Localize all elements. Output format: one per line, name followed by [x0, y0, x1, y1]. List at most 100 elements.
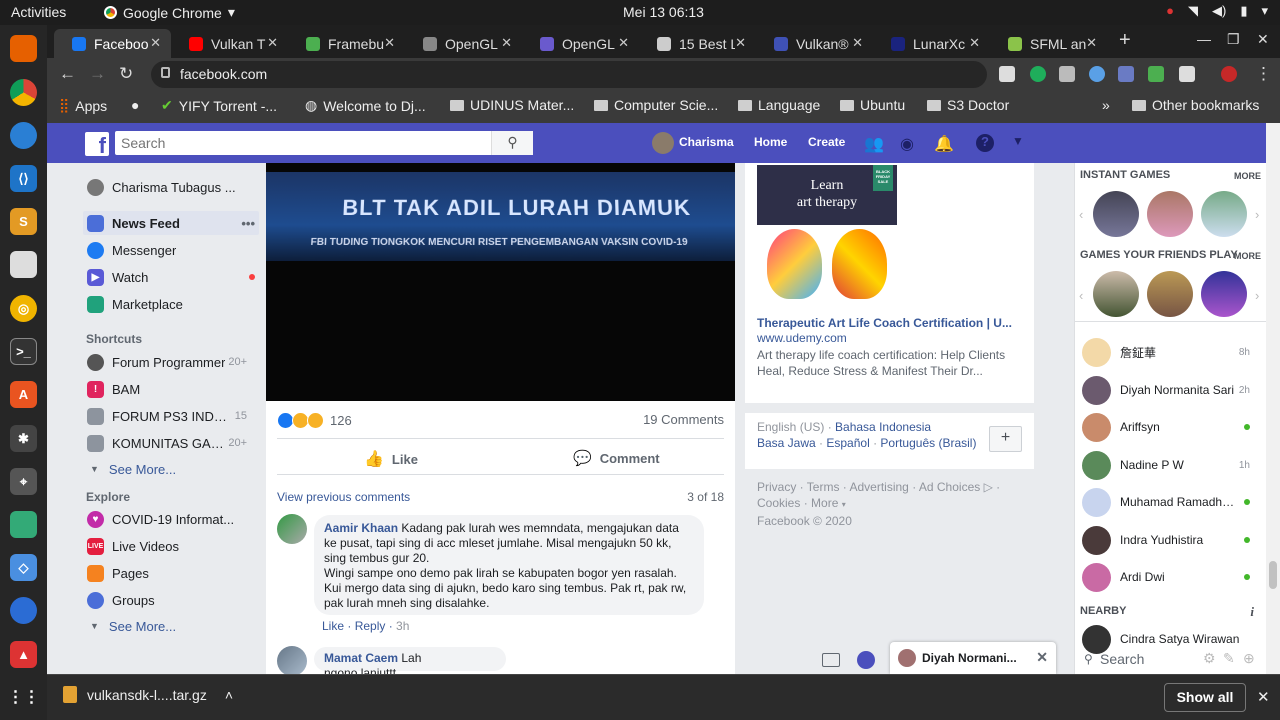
- address-bar[interactable]: facebook.com: [151, 61, 987, 88]
- explore-item-covid[interactable]: ♥ COVID-19 Informat...: [83, 507, 259, 531]
- comment-author[interactable]: Aamir Khaan: [324, 521, 398, 535]
- app-icon[interactable]: [10, 511, 37, 538]
- keyboard-icon[interactable]: [822, 653, 840, 667]
- new-tab-button[interactable]: +: [1119, 29, 1131, 52]
- chevron-right-icon[interactable]: ›: [1255, 288, 1259, 303]
- add-language-button[interactable]: +: [989, 426, 1022, 452]
- network-icon[interactable]: ◇: [10, 554, 37, 581]
- friends-games-more-link[interactable]: MORE: [1234, 251, 1261, 261]
- facebook-logo-icon[interactable]: f: [85, 132, 109, 158]
- home-link[interactable]: Home: [754, 135, 787, 149]
- search-icon[interactable]: ⚲: [491, 131, 533, 155]
- game-thumbnail[interactable]: [1147, 271, 1193, 317]
- footer-link[interactable]: Advertising: [849, 480, 908, 494]
- extension-icon[interactable]: [1059, 66, 1075, 82]
- sidebar-item-messenger[interactable]: Messenger: [83, 238, 259, 262]
- bookmark-apps[interactable]: ⣿ Apps: [59, 97, 107, 114]
- tab-facebook[interactable]: Faceboo ✕: [54, 29, 171, 58]
- edit-icon[interactable]: ✎: [1223, 650, 1235, 667]
- like-button[interactable]: 👍 Like: [364, 449, 418, 469]
- thunderbird-icon[interactable]: [10, 122, 37, 149]
- bookmark-ubuntu[interactable]: Ubuntu: [840, 97, 905, 113]
- comment-like-link[interactable]: Like: [322, 619, 344, 633]
- bookmark-computer-science[interactable]: Computer Scie...: [594, 97, 718, 113]
- close-icon[interactable]: ✕: [150, 35, 161, 51]
- help-icon[interactable]: ?: [976, 134, 994, 152]
- maximize-icon[interactable]: ❐: [1227, 31, 1240, 48]
- bookmark-django[interactable]: ◍ Welcome to Dj...: [305, 97, 426, 114]
- tab-sfml[interactable]: SFML an ✕: [990, 29, 1107, 58]
- bookmark-language[interactable]: Language: [738, 97, 820, 113]
- shortcut-item[interactable]: KOMUNITAS GAM... 20+: [83, 431, 259, 455]
- avatar[interactable]: [277, 514, 307, 544]
- game-thumbnail[interactable]: [1201, 191, 1247, 237]
- language-option[interactable]: Basa Jawa: [757, 436, 816, 450]
- chevron-left-icon[interactable]: ‹: [1079, 207, 1083, 222]
- rhythmbox-icon[interactable]: ◎: [10, 295, 37, 322]
- chevron-left-icon[interactable]: ‹: [1079, 288, 1083, 303]
- shortcut-item[interactable]: ! BAM: [83, 377, 259, 401]
- minimize-icon[interactable]: —: [1197, 31, 1211, 47]
- chevron-up-icon[interactable]: ˄: [225, 687, 233, 703]
- firefox-icon[interactable]: [10, 35, 37, 62]
- bookmark-yify[interactable]: ✔ YIFY Torrent -...: [161, 97, 277, 114]
- chat-search-input[interactable]: ⚲ Search ⚙ ✎ ⊕: [1078, 647, 1263, 673]
- bookmark-github[interactable]: ●: [131, 97, 139, 113]
- avatar[interactable]: [652, 132, 674, 154]
- more-options-icon[interactable]: •••: [241, 216, 255, 231]
- bookmark-s3-doctor[interactable]: S3 Doctor: [927, 97, 1009, 113]
- clock[interactable]: Mei 13 06:13: [623, 4, 704, 20]
- comment-count[interactable]: 19 Comments: [643, 412, 724, 427]
- contact-item[interactable]: Indra Yudhistira: [1082, 525, 1262, 555]
- terminal-icon[interactable]: >_: [10, 338, 37, 365]
- tab-opengl-1[interactable]: OpenGL ✕: [405, 29, 522, 58]
- reload-icon[interactable]: ↻: [119, 64, 133, 84]
- tab-15-best[interactable]: 15 Best L ✕: [639, 29, 756, 58]
- footer-link[interactable]: Ad Choices: [919, 480, 980, 494]
- close-icon[interactable]: ✕: [1086, 35, 1097, 51]
- ad-domain[interactable]: www.udemy.com: [757, 331, 847, 345]
- info-icon[interactable]: i: [1250, 604, 1254, 620]
- react-devtools-icon[interactable]: [1089, 66, 1105, 82]
- language-option[interactable]: Español: [826, 436, 869, 450]
- profile-avatar-icon[interactable]: [1221, 66, 1237, 82]
- create-link[interactable]: Create: [808, 135, 845, 149]
- footer-link[interactable]: More: [811, 496, 838, 510]
- post-video[interactable]: BLT TAK ADIL LURAH DIAMUK FBI TUDING TIO…: [266, 163, 735, 401]
- explore-item-live-videos[interactable]: LIVE Live Videos: [83, 534, 259, 558]
- contact-item[interactable]: Nadine P W 1h: [1082, 450, 1262, 480]
- ad-image[interactable]: Learn art therapy BLACK FRIDAY SALE: [757, 165, 897, 303]
- instant-games-more-link[interactable]: MORE: [1234, 171, 1261, 181]
- avatar[interactable]: [277, 646, 307, 674]
- bug-icon[interactable]: ✱: [10, 425, 37, 452]
- chevron-right-icon[interactable]: ›: [1255, 207, 1259, 222]
- see-more-link[interactable]: ▼ See More...: [83, 614, 259, 638]
- contact-item[interactable]: Ardi Dwi: [1082, 562, 1262, 592]
- forward-icon[interactable]: →: [89, 64, 106, 84]
- account-menu-chevron-icon[interactable]: ▼: [1012, 134, 1024, 148]
- sidebar-item-watch[interactable]: ▶ Watch: [83, 265, 259, 289]
- tab-vulkan[interactable]: Vulkan® ✕: [756, 29, 873, 58]
- close-icon[interactable]: ✕: [852, 35, 863, 51]
- tab-opengl-2[interactable]: OpenGL ✕: [522, 29, 639, 58]
- language-option[interactable]: Português (Brasil): [880, 436, 976, 450]
- footer-link[interactable]: Terms: [807, 480, 840, 494]
- extension-new-icon[interactable]: [1118, 66, 1134, 82]
- scrollbar-thumb[interactable]: [1269, 561, 1277, 589]
- gear-icon[interactable]: ⚙: [1203, 650, 1216, 667]
- friend-requests-icon[interactable]: 👥: [864, 134, 884, 154]
- game-thumbnail[interactable]: [1093, 271, 1139, 317]
- tab-vulkan-youtube[interactable]: Vulkan T ✕: [171, 29, 288, 58]
- close-window-icon[interactable]: ✕: [1257, 31, 1269, 48]
- activities-button[interactable]: Activities: [11, 4, 66, 20]
- ad-title[interactable]: Therapeutic Art Life Coach Certification…: [757, 316, 1023, 330]
- contact-item[interactable]: Ariffsyn: [1082, 412, 1262, 442]
- show-all-button[interactable]: Show all: [1164, 683, 1246, 712]
- contact-item[interactable]: 詹鉦華 8h: [1082, 337, 1262, 367]
- close-icon[interactable]: ✕: [267, 35, 278, 51]
- tab-framebuffer[interactable]: Framebu ✕: [288, 29, 405, 58]
- comment-time[interactable]: 3h: [396, 619, 409, 633]
- tab-lunarxchange[interactable]: LunarXc ✕: [873, 29, 990, 58]
- language-option[interactable]: Bahasa Indonesia: [835, 420, 931, 434]
- drop-icon[interactable]: [10, 597, 37, 624]
